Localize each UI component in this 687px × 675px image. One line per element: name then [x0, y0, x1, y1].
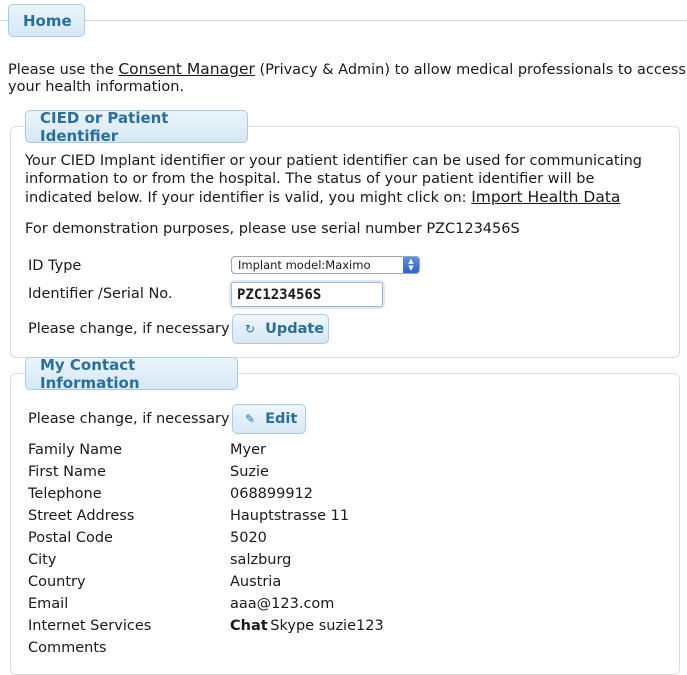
email-label: Email — [28, 596, 69, 612]
select-arrows-icon: ▲ ▼ — [403, 257, 419, 273]
cied-change-label: Please change, if necessary — [28, 321, 230, 337]
intro-line2: your health information. — [8, 79, 185, 95]
cied-desc-line1: Your CIED Implant identifier or your pat… — [25, 153, 643, 169]
contact-change-label: Please change, if necessary — [28, 411, 230, 427]
city-value: salzburg — [230, 552, 292, 568]
telephone-label: Telephone — [28, 486, 102, 502]
header-divider — [0, 20, 687, 21]
identifier-label: Identifier /Serial No. — [28, 286, 173, 302]
pencil-icon: ✎ — [245, 412, 256, 426]
tab-cied-identifier: CIED or Patient Identifier — [25, 109, 248, 145]
cied-desc-line2: information to or from the hospital. The… — [25, 171, 595, 187]
street-address-label: Street Address — [28, 508, 135, 524]
country-value: Austria — [230, 574, 282, 590]
edit-button-label: Edit — [265, 411, 298, 427]
cied-desc-line3-text: indicated below. If your identifier is v… — [25, 190, 472, 206]
demo-note: For demonstration purposes, please use s… — [25, 221, 520, 237]
email-value: aaa@123.com — [230, 596, 335, 612]
intro-pre: Please use the — [8, 62, 119, 78]
update-button-label: Update — [265, 321, 325, 337]
family-name-value: Myer — [230, 442, 266, 458]
edit-button[interactable]: ✎ Edit — [232, 404, 306, 434]
country-label: Country — [28, 574, 86, 590]
first-name-value: Suzie — [230, 464, 269, 480]
postal-code-label: Postal Code — [28, 530, 113, 546]
tab-home[interactable]: Home — [8, 4, 85, 37]
id-type-select[interactable]: Implant model:Maximo ▲ ▼ — [231, 256, 420, 274]
comments-label: Comments — [28, 640, 107, 656]
internet-services-value: Chat Skype suzie123 — [230, 617, 384, 635]
id-type-label: ID Type — [28, 258, 82, 274]
postal-code-value: 5020 — [230, 530, 267, 546]
chat-label: Chat — [230, 618, 268, 634]
consent-manager-link[interactable]: Consent Manager — [118, 60, 255, 78]
first-name-label: First Name — [28, 464, 106, 480]
street-address-value: Hauptstrasse 11 — [230, 508, 350, 524]
intro-post: (Privacy & Admin) to allow medical profe… — [254, 62, 686, 78]
telephone-value: 068899912 — [230, 486, 314, 502]
city-label: City — [28, 552, 57, 568]
tab-contact-information: My Contact Information — [25, 356, 238, 392]
refresh-icon: ↻ — [245, 322, 256, 336]
import-health-data-link[interactable]: Import Health Data — [471, 188, 620, 206]
family-name-label: Family Name — [28, 442, 123, 458]
internet-services-label: Internet Services — [28, 618, 152, 634]
update-button[interactable]: ↻ Update — [232, 314, 329, 344]
id-type-value: Implant model:Maximo — [238, 258, 371, 272]
intro-text: Please use the Consent Manager (Privacy … — [8, 60, 686, 79]
cied-desc-line3: indicated below. If your identifier is v… — [25, 188, 620, 207]
identifier-input[interactable]: PZC123456S — [231, 282, 383, 307]
skype-value: Skype suzie123 — [270, 618, 384, 634]
